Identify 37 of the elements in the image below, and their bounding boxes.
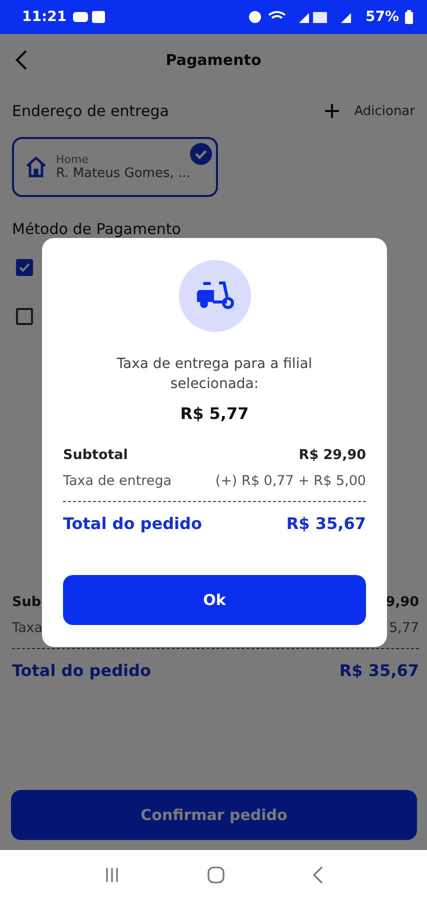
summary-label: Taxa <box>12 620 43 636</box>
dialog-message: Taxa de entrega para a filial selecionada: <box>116 355 314 394</box>
summary-value: (+) R$ 0,77 + R$ 5,00 <box>215 473 366 489</box>
ok-button[interactable]: Ok <box>63 575 366 625</box>
check-icon <box>19 263 30 272</box>
section-title: Endereço de entrega <box>12 102 169 120</box>
summary-value: 9,90 <box>386 594 419 610</box>
address-label: Home <box>56 153 90 166</box>
battery-icon <box>405 10 413 24</box>
plus-icon <box>324 103 340 119</box>
summary-label: Sub <box>12 594 41 610</box>
address-card[interactable]: Home R. Mateus Gomes, ... <box>12 137 218 197</box>
fee-amount: R$ 5,77 <box>180 404 249 423</box>
summary-value: R$ 29,90 <box>298 447 366 463</box>
confirm-order-button[interactable]: Confirmar pedido <box>11 790 417 840</box>
summary-label: Subtotal <box>63 447 128 463</box>
summary-value: 5,77 <box>388 620 419 636</box>
total-label: Total do pedido <box>12 661 151 680</box>
house-icon <box>24 155 48 179</box>
battery-percent: 57% <box>365 9 399 25</box>
section-title: Método de Pagamento <box>12 220 181 238</box>
back-icon[interactable] <box>14 48 28 70</box>
status-time: 11:21 <box>22 9 67 25</box>
total-value: R$ 35,67 <box>339 661 419 680</box>
back-icon[interactable] <box>312 866 324 884</box>
recent-apps-icon[interactable] <box>104 867 120 883</box>
checkbox[interactable] <box>16 259 33 276</box>
notification-icons <box>72 10 107 24</box>
total-value: R$ 35,67 <box>286 514 366 533</box>
summary-label: Taxa de entrega <box>63 473 172 489</box>
check-circle-icon <box>190 143 212 165</box>
checkbox[interactable] <box>16 308 33 325</box>
page-title: Pagamento <box>166 50 262 68</box>
total-label: Total do pedido <box>63 514 202 533</box>
add-address-button[interactable]: Adicionar <box>324 103 415 119</box>
home-icon[interactable] <box>206 866 224 884</box>
address-text: R. Mateus Gomes, ... <box>56 166 190 181</box>
